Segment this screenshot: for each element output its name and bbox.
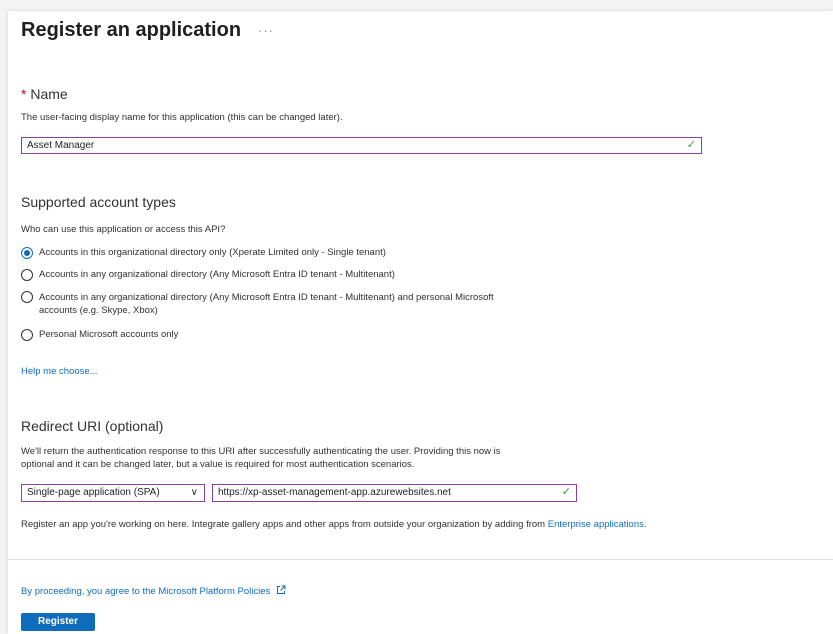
radio-icon[interactable] — [21, 329, 33, 341]
register-app-panel: Register an application ··· * Name The u… — [8, 11, 833, 634]
platform-policies-link[interactable]: By proceeding, you agree to the Microsof… — [21, 585, 286, 597]
external-link-icon — [276, 585, 286, 594]
register-note-text: Register an app you're working on here. … — [21, 519, 548, 530]
name-label-text: Name — [30, 86, 68, 102]
radio-selected-icon[interactable] — [21, 247, 33, 259]
help-me-choose-link[interactable]: Help me choose... — [21, 366, 98, 377]
option-label: Personal Microsoft accounts only — [39, 329, 179, 340]
account-option-personal[interactable]: Personal Microsoft accounts only — [21, 329, 178, 341]
option-label: Accounts in this organizational director… — [39, 247, 386, 258]
name-input[interactable]: Asset Manager ✓ — [21, 137, 702, 154]
option-label-line2: accounts (e.g. Skype, Xbox) — [39, 305, 158, 316]
page-title: Register an application — [21, 19, 242, 41]
option-label: Accounts in any organizational directory… — [39, 269, 395, 280]
more-options-icon[interactable]: ··· — [258, 23, 274, 38]
account-types-title: Supported account types — [21, 194, 176, 210]
chevron-down-icon[interactable]: ∨ — [191, 485, 198, 501]
name-description: The user-facing display name for this ap… — [21, 112, 343, 123]
redirect-description-line2: optional and it can be changed later, bu… — [21, 459, 415, 470]
redirect-description: We'll return the authentication response… — [21, 445, 501, 471]
required-marker: * — [21, 86, 27, 102]
redirect-uri-input[interactable]: https://xp-asset-management-app.azureweb… — [212, 484, 577, 502]
name-label: * Name — [21, 86, 68, 102]
redirect-description-line1: We'll return the authentication response… — [21, 446, 501, 457]
platform-policies-text: By proceeding, you agree to the Microsof… — [21, 586, 271, 597]
check-icon: ✓ — [686, 139, 696, 151]
option-label: Accounts in any organizational directory… — [39, 291, 494, 317]
account-option-multitenant-personal[interactable]: Accounts in any organizational directory… — [21, 291, 494, 317]
name-input-value: Asset Manager — [27, 140, 95, 151]
redirect-uri-value: https://xp-asset-management-app.azureweb… — [218, 487, 451, 498]
radio-icon[interactable] — [21, 291, 33, 303]
radio-icon[interactable] — [21, 269, 33, 281]
account-option-multitenant[interactable]: Accounts in any organizational directory… — [21, 269, 395, 281]
register-note-end: . — [643, 519, 647, 530]
register-button[interactable]: Register — [21, 613, 95, 631]
account-option-single-tenant[interactable]: Accounts in this organizational director… — [21, 247, 386, 259]
redirect-uri-title: Redirect URI (optional) — [21, 418, 164, 434]
platform-select[interactable]: Single-page application (SPA) ∨ — [21, 484, 205, 502]
register-note: Register an app you're working on here. … — [21, 519, 647, 530]
check-icon: ✓ — [561, 486, 571, 498]
account-types-question: Who can use this application or access t… — [21, 224, 226, 235]
enterprise-applications-link[interactable]: Enterprise applications — [548, 519, 644, 530]
option-label-line1: Accounts in any organizational directory… — [39, 292, 494, 303]
platform-select-value: Single-page application (SPA) — [27, 487, 160, 498]
footer-divider — [8, 559, 833, 560]
